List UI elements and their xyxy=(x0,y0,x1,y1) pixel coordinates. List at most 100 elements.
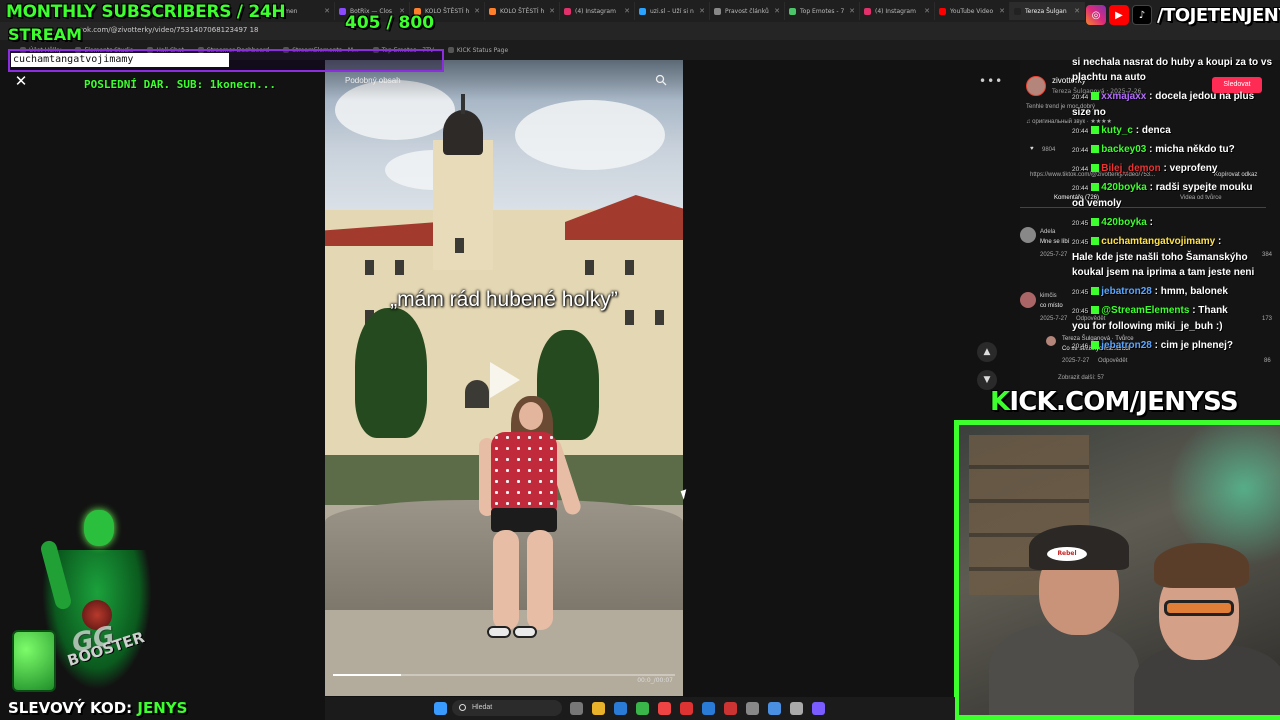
tab-close-icon[interactable]: ✕ xyxy=(324,7,330,15)
tab-close-icon[interactable]: ✕ xyxy=(474,7,480,15)
video-time: 00:0_/00:07 xyxy=(637,677,673,684)
tab-close-icon[interactable]: ✕ xyxy=(1074,7,1080,15)
taskbar-app-icon[interactable] xyxy=(614,702,627,715)
chat-username[interactable]: backey03 xyxy=(1101,144,1146,155)
tab-favicon-icon xyxy=(564,7,571,15)
taskbar-app-icon[interactable] xyxy=(570,702,583,715)
tab-close-icon[interactable]: ✕ xyxy=(624,7,630,15)
taskbar-app-icon[interactable] xyxy=(768,702,781,715)
show-more-replies[interactable]: Zobrazit další: 57 xyxy=(1058,375,1104,381)
tab-favicon-icon xyxy=(714,7,721,15)
chat-time: 20:44 xyxy=(1072,185,1089,192)
chat-text: plachtu na auto xyxy=(1072,72,1146,83)
copy-link-button[interactable]: Kopírovat odkaz xyxy=(1214,172,1257,178)
sub-badge-icon xyxy=(1091,237,1100,245)
chat-message: 20:45 cuchamtangatvojimamy : xyxy=(1072,236,1221,247)
tab-close-icon[interactable]: ✕ xyxy=(924,7,930,15)
tab-favicon-icon xyxy=(864,7,871,15)
chat-username[interactable]: 420boyka xyxy=(1101,182,1147,193)
taskbar-app-icon[interactable] xyxy=(812,702,825,715)
chat-username[interactable]: kuty_c xyxy=(1101,125,1133,136)
similar-content-label[interactable]: Podobný obsah xyxy=(345,76,401,85)
taskbar-search[interactable]: Hledat xyxy=(452,700,562,716)
browser-tab[interactable]: YouTube Video ✕ xyxy=(935,2,1010,20)
heart-icon[interactable]: ♥ xyxy=(1030,146,1034,152)
cap-logo: Rebel xyxy=(1047,547,1087,561)
taskbar-app-icon[interactable] xyxy=(636,702,649,715)
palace-door xyxy=(465,380,489,408)
browser-tab[interactable]: (4) Instagram ✕ xyxy=(560,2,635,20)
browser-tab[interactable]: Pravost článků ✕ xyxy=(710,2,785,20)
bookmark-label: KICK Status Page xyxy=(456,46,509,54)
discount-code: JENYS xyxy=(137,699,188,717)
chat-username[interactable]: jebatron28 xyxy=(1101,340,1152,351)
palace-window xyxy=(625,260,634,275)
taskbar-app-icon[interactable] xyxy=(746,702,759,715)
tab-divider xyxy=(1020,207,1266,208)
chat-message: 20:44 xxmajaxx : docela jedou na plus xyxy=(1072,91,1254,102)
commenter-name[interactable]: kimčis xyxy=(1040,293,1057,299)
chat-message: 20:45 jebatron28 : hmm, balonek xyxy=(1072,286,1228,297)
url-text[interactable]: tok.com/@zivotterky/video/75314070681234… xyxy=(80,26,259,34)
chat-message: 20:45 @StreamElements : Thank xyxy=(1072,305,1228,316)
tab-close-icon[interactable]: ✕ xyxy=(849,7,855,15)
chat-username[interactable]: Bilej_demon xyxy=(1101,163,1160,174)
chat-username[interactable]: xxmajaxx xyxy=(1101,91,1146,102)
chat-username[interactable]: cuchamtangatvojimamy xyxy=(1101,236,1215,247)
play-icon[interactable] xyxy=(490,362,520,398)
taskbar-app-icon[interactable] xyxy=(680,702,693,715)
sub-badge-icon xyxy=(1091,92,1100,100)
commenter-name[interactable]: Adela xyxy=(1040,229,1055,235)
chat-text: : xyxy=(1149,217,1153,228)
sub-badge-icon xyxy=(1091,341,1100,349)
monthly-subs-label: MONTHLY SUBSCRIBERS / 24H xyxy=(6,2,286,22)
bookmark[interactable]: KICK Status Page xyxy=(447,46,509,54)
chat-message: koukal jsem na iprima a tam jeste neni xyxy=(1072,267,1254,278)
more-options-icon[interactable]: ••• xyxy=(979,74,1003,88)
stream-screen: Elemen ✕ BotRix — Clos ✕ KOLO ŠTĚSTÍ h ✕ KOLO … xyxy=(0,0,1280,720)
creator-videos-tab[interactable]: Videa od tvůrce xyxy=(1180,195,1222,201)
sound-label[interactable]: ♫ оригинальный звук · ★★★★ xyxy=(1026,118,1112,125)
author-avatar[interactable] xyxy=(1026,76,1046,96)
streamer-right-hair xyxy=(1154,543,1249,588)
taskbar-app-icon[interactable] xyxy=(592,702,605,715)
taskbar-app-icon[interactable] xyxy=(702,702,715,715)
search-icon[interactable] xyxy=(655,74,667,86)
stream-label: STREAM xyxy=(8,25,82,44)
kick-url-banner: KICK.COM/JENYSS xyxy=(990,387,1239,417)
tiktok-video[interactable]: Podobný obsah „mám rád hubené holky” 00:… xyxy=(325,60,683,696)
social-icons: ◎ ▶ ♪ xyxy=(1086,5,1152,25)
chevron-up-icon[interactable]: ▲ xyxy=(977,342,997,362)
taskbar-app-icon[interactable] xyxy=(790,702,803,715)
video-progress-bar[interactable] xyxy=(333,674,675,676)
tab-close-icon[interactable]: ✕ xyxy=(549,7,555,15)
likes-count: 9804 xyxy=(1042,147,1056,153)
chat-username[interactable]: 420boyka xyxy=(1101,217,1147,228)
commenter-avatar[interactable] xyxy=(1020,227,1036,243)
browser-tab[interactable]: Tereza Šulgan ✕ xyxy=(1010,2,1085,20)
commenter-avatar[interactable] xyxy=(1020,292,1036,308)
chat-message: size no xyxy=(1072,107,1106,118)
taskbar-app-icon[interactable] xyxy=(658,702,671,715)
windows-start-icon[interactable] xyxy=(434,702,447,715)
taskbar-app-icon[interactable] xyxy=(724,702,737,715)
video-caption: „mám rád hubené holky” xyxy=(390,288,618,311)
browser-tab[interactable]: Top Emotes - 7 ✕ xyxy=(785,2,860,20)
chat-username[interactable]: @StreamElements xyxy=(1101,305,1189,316)
tab-close-icon[interactable]: ✕ xyxy=(999,7,1005,15)
close-icon[interactable]: ✕ xyxy=(12,72,30,90)
browser-tab[interactable]: (4) Instagram ✕ xyxy=(860,2,935,20)
sub-badge-icon xyxy=(1091,126,1100,134)
chat-text: size no xyxy=(1072,107,1106,118)
chat-text: : micha někdo tu? xyxy=(1149,144,1235,155)
reply-button[interactable]: Odpovědět xyxy=(1098,358,1127,364)
tab-close-icon[interactable]: ✕ xyxy=(699,7,705,15)
browser-tab[interactable]: uzi.sl – Uží si n ✕ xyxy=(635,2,710,20)
chat-time: 20:45 xyxy=(1072,308,1089,315)
kick-k: K xyxy=(990,387,1010,417)
reply-avatar[interactable] xyxy=(1046,336,1056,346)
browser-tab[interactable]: KOLO ŠTĚSTÍ h ✕ xyxy=(485,2,560,20)
chat-username[interactable]: jebatron28 xyxy=(1101,286,1152,297)
chat-text: : veprofeny xyxy=(1163,163,1218,174)
tab-close-icon[interactable]: ✕ xyxy=(774,7,780,15)
